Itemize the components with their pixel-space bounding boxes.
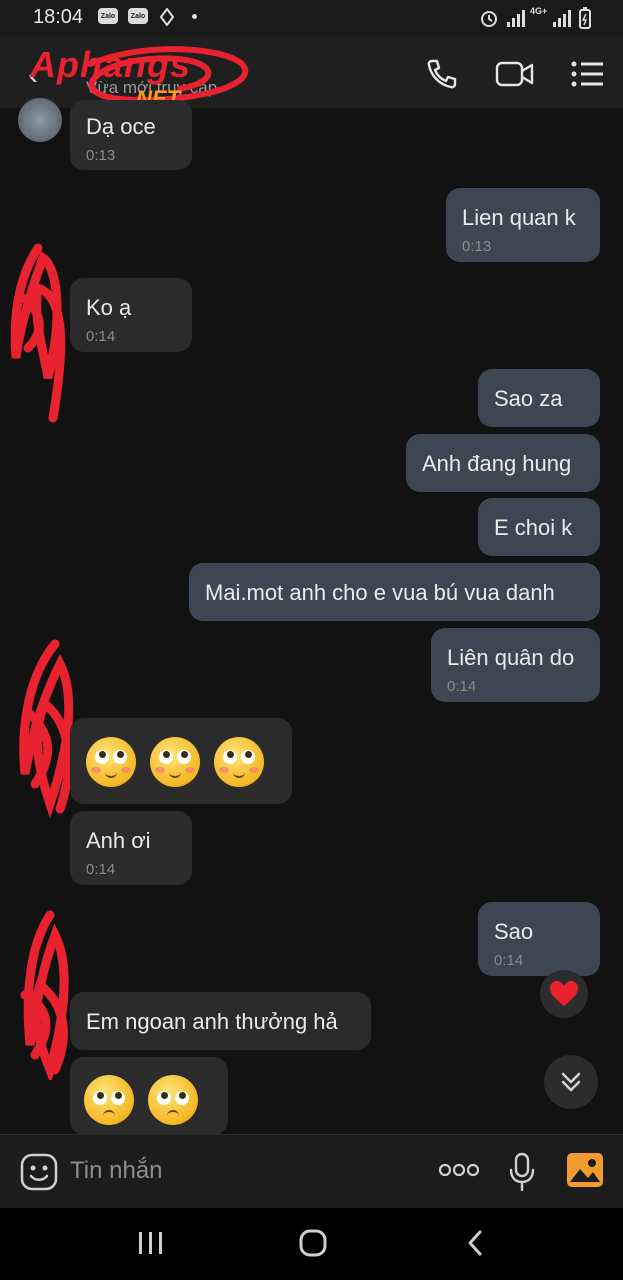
message-text: Mai.mot anh cho e vua bú vua danh [205, 580, 555, 605]
diamond-icon [160, 8, 174, 26]
message-bubble-outgoing[interactable]: Mai.mot anh cho e vua bú vua danh [189, 563, 600, 621]
message-time: 0:13 [86, 147, 116, 164]
message-text: Sao [494, 919, 534, 944]
redaction-scribble [10, 243, 66, 423]
signal-icon [507, 10, 525, 27]
message-text: Anh đang hung [422, 451, 572, 476]
alarm-icon [481, 11, 497, 27]
message-time: 0:13 [462, 238, 492, 255]
mic-icon[interactable] [508, 1152, 536, 1192]
pleading-emoji-icon [148, 1075, 198, 1125]
emoji-message-bubble[interactable] [70, 1057, 228, 1135]
scroll-down-button[interactable] [544, 1055, 598, 1109]
message-text: Dạ oce [86, 114, 156, 139]
sticker-icon[interactable] [20, 1153, 58, 1191]
message-bubble-outgoing[interactable]: Anh đang hung [406, 434, 600, 492]
reaction-button[interactable] [540, 970, 588, 1018]
message-bubble-outgoing[interactable]: Lien quan k 0:13 [446, 188, 600, 262]
message-bubble-outgoing[interactable]: Sao 0:14 [478, 902, 600, 976]
message-time: 0:14 [447, 678, 477, 695]
message-bubble-incoming[interactable]: Ko ạ 0:14 [70, 278, 192, 352]
network-type: 4G+ [530, 6, 548, 16]
message-text: Em ngoan anh thưởng hả [86, 1009, 338, 1034]
video-icon[interactable] [495, 58, 535, 90]
message-bubble-incoming[interactable]: Anh ơi 0:14 [70, 811, 192, 885]
heart-icon [550, 981, 578, 1006]
image-icon[interactable] [566, 1152, 604, 1188]
message-bubble-outgoing[interactable]: Sao za [478, 369, 600, 427]
home-icon[interactable] [298, 1228, 328, 1258]
recent-apps-icon[interactable] [137, 1230, 165, 1256]
message-text: Anh ơi [86, 828, 151, 853]
scroll-down-icon [561, 1072, 581, 1092]
status-bar: 18:04 Zalo Zalo 4G+ [0, 0, 623, 36]
back-nav-icon[interactable] [465, 1229, 485, 1257]
redaction-scribble [20, 910, 69, 1080]
message-bubble-incoming[interactable]: Dạ oce 0:13 [70, 100, 192, 170]
message-text: E choi k [494, 515, 573, 540]
rolling-eyes-emoji-icon [150, 737, 200, 787]
clock: 18:04 [33, 6, 84, 28]
message-bubble-outgoing[interactable]: Liên quân do 0:14 [431, 628, 600, 702]
watermark-text: Aphangs [30, 44, 192, 85]
phone-icon[interactable] [426, 58, 458, 90]
message-bubble-incoming[interactable]: Em ngoan anh thưởng hả [70, 992, 371, 1050]
message-text: Sao za [494, 386, 563, 411]
message-text: Ko ạ [86, 295, 132, 320]
message-text: Lien quan k [462, 205, 576, 230]
message-time: 0:14 [86, 328, 116, 345]
avatar[interactable] [18, 98, 62, 142]
message-time: 0:14 [494, 952, 524, 969]
message-bubble-outgoing[interactable]: E choi k [478, 498, 600, 556]
list-menu-icon[interactable] [570, 60, 604, 88]
signal-icon [553, 10, 571, 27]
pleading-emoji-icon [84, 1075, 134, 1125]
message-time: 0:14 [86, 861, 116, 878]
zalo-notification-icon: Zalo [98, 8, 118, 24]
rolling-eyes-emoji-icon [86, 737, 136, 787]
more-dots-icon[interactable] [438, 1162, 480, 1178]
message-input[interactable]: Tin nhắn [70, 1157, 163, 1185]
message-text: Liên quân do [447, 645, 575, 670]
zalo-notification-icon: Zalo [128, 8, 148, 24]
battery-icon [579, 7, 591, 29]
emoji-message-bubble[interactable] [70, 718, 292, 804]
dot-icon [192, 14, 197, 19]
rolling-eyes-emoji-icon [214, 737, 264, 787]
